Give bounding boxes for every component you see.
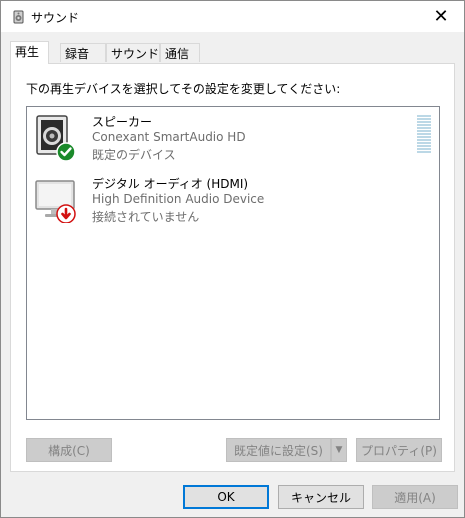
instruction-text: 下の再生デバイスを選択してその設定を変更してください: bbox=[26, 82, 341, 96]
device-description: High Definition Audio Device bbox=[92, 192, 265, 206]
device-status: 既定のデバイス bbox=[92, 148, 176, 162]
device-list[interactable]: スピーカー Conexant SmartAudio HD 既定のデバイス デジタ… bbox=[26, 106, 440, 420]
playback-panel: 下の再生デバイスを選択してその設定を変更してください: スピーカー Conexa… bbox=[10, 63, 455, 472]
window-title: サウンド bbox=[31, 11, 80, 25]
configure-button[interactable]: 構成(C) bbox=[26, 438, 112, 462]
sound-app-icon bbox=[13, 10, 24, 24]
chevron-down-icon[interactable]: ▼ bbox=[331, 438, 347, 462]
speaker-icon bbox=[36, 115, 76, 161]
set-default-button[interactable]: 既定値に設定(S) bbox=[226, 438, 331, 462]
title-bar: サウンド ✕ bbox=[1, 1, 464, 32]
tab-playback[interactable]: 再生 bbox=[10, 41, 49, 64]
device-item-speaker[interactable]: スピーカー Conexant SmartAudio HD 既定のデバイス bbox=[27, 109, 439, 171]
tab-recording[interactable]: 録音 bbox=[60, 43, 106, 62]
monitor-icon bbox=[35, 180, 76, 223]
tab-sounds[interactable]: サウンド bbox=[106, 43, 160, 62]
sound-dialog: サウンド ✕ 再生 録音 サウンド 通信 下の再生デバイスを選択してその設定を変… bbox=[0, 0, 465, 518]
close-icon[interactable]: ✕ bbox=[418, 1, 464, 32]
volume-meter bbox=[417, 115, 431, 154]
device-name: デジタル オーディオ (HDMI) bbox=[92, 177, 249, 191]
cancel-button[interactable]: キャンセル bbox=[278, 485, 364, 509]
device-item-hdmi[interactable]: デジタル オーディオ (HDMI) High Definition Audio … bbox=[27, 171, 439, 233]
device-name: スピーカー bbox=[92, 115, 153, 129]
properties-button[interactable]: プロパティ(P) bbox=[356, 438, 442, 462]
tab-communications[interactable]: 通信 bbox=[160, 43, 200, 62]
apply-button[interactable]: 適用(A) bbox=[372, 485, 458, 509]
ok-button[interactable]: OK bbox=[183, 485, 269, 509]
device-status: 接続されていません bbox=[92, 210, 200, 224]
device-description: Conexant SmartAudio HD bbox=[92, 130, 246, 144]
